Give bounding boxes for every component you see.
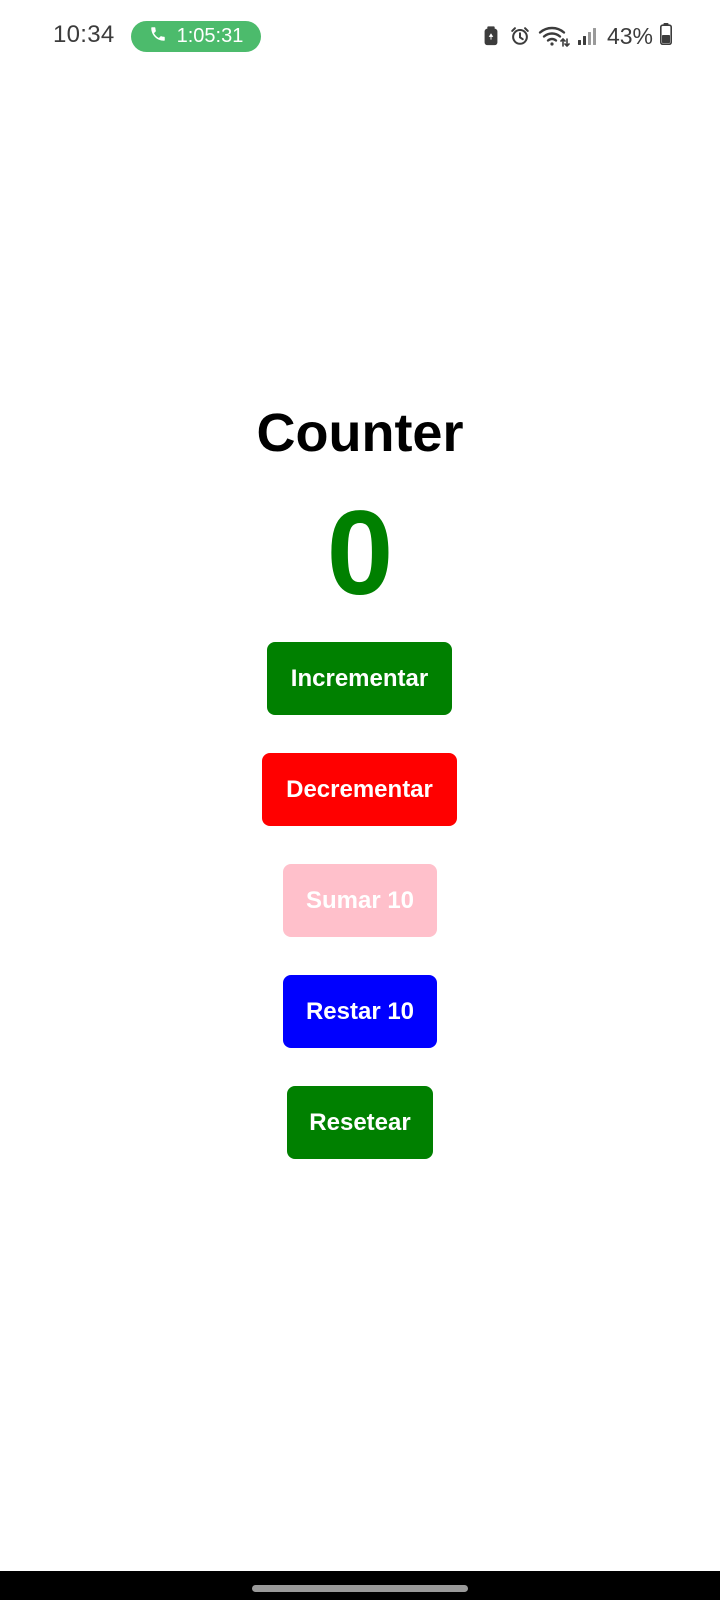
status-bar: 10:34 1:05:31 43% <box>0 0 720 72</box>
status-time: 10:34 <box>53 21 115 48</box>
battery-icon <box>660 22 672 50</box>
call-timer: 1:05:31 <box>176 25 244 47</box>
home-gesture-handle[interactable] <box>252 1585 468 1592</box>
phone-icon <box>149 25 167 49</box>
add-ten-button[interactable]: Sumar 10 <box>283 864 437 937</box>
alarm-icon <box>509 25 531 47</box>
ongoing-call-chip[interactable]: 1:05:31 <box>131 21 261 52</box>
counter-value: 0 <box>326 486 394 620</box>
signal-icon <box>577 26 597 46</box>
wifi-icon <box>538 24 570 48</box>
increment-button[interactable]: Incrementar <box>267 642 452 715</box>
page-title: Counter <box>256 403 464 463</box>
status-icons: 43% <box>480 20 672 52</box>
battery-percent: 43% <box>606 22 653 49</box>
recycle-icon <box>480 25 502 47</box>
subtract-ten-button[interactable]: Restar 10 <box>283 975 437 1048</box>
decrement-button[interactable]: Decrementar <box>262 753 457 826</box>
navigation-bar <box>0 1571 720 1600</box>
app-screen: 10:34 1:05:31 43% Counter 0 Incrementar … <box>0 0 720 1600</box>
reset-button[interactable]: Resetear <box>287 1086 433 1159</box>
